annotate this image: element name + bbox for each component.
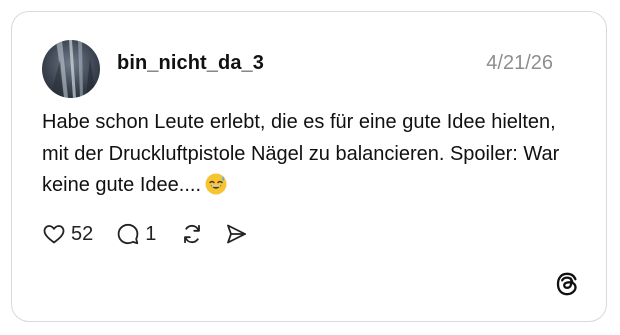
share-button[interactable]	[223, 221, 249, 247]
repost-button[interactable]	[179, 221, 205, 247]
username[interactable]: bin_nicht_da_3	[117, 52, 264, 75]
post-card[interactable]: bin_nicht_da_3 4/21/26 Habe schon Leute …	[11, 11, 607, 322]
send-icon	[223, 221, 249, 247]
comment-icon	[116, 222, 140, 246]
heart-icon	[42, 222, 66, 246]
like-button[interactable]: 52	[42, 222, 93, 246]
post-text-content: Habe schon Leute erlebt, die es für eine…	[42, 111, 560, 196]
repost-icon	[179, 221, 205, 247]
reply-count: 1	[145, 222, 157, 245]
avatar-image	[50, 40, 96, 98]
action-bar: 52 1	[42, 221, 249, 247]
avatar[interactable]	[42, 40, 100, 98]
reply-button[interactable]: 1	[116, 222, 156, 246]
threads-logo-icon[interactable]	[554, 271, 580, 297]
grinning-face-with-sweat-icon	[205, 173, 227, 195]
post-date: 4/21/26	[486, 52, 553, 74]
post-text: Habe schon Leute erlebt, die es für eine…	[42, 107, 562, 202]
like-count: 52	[71, 222, 94, 245]
